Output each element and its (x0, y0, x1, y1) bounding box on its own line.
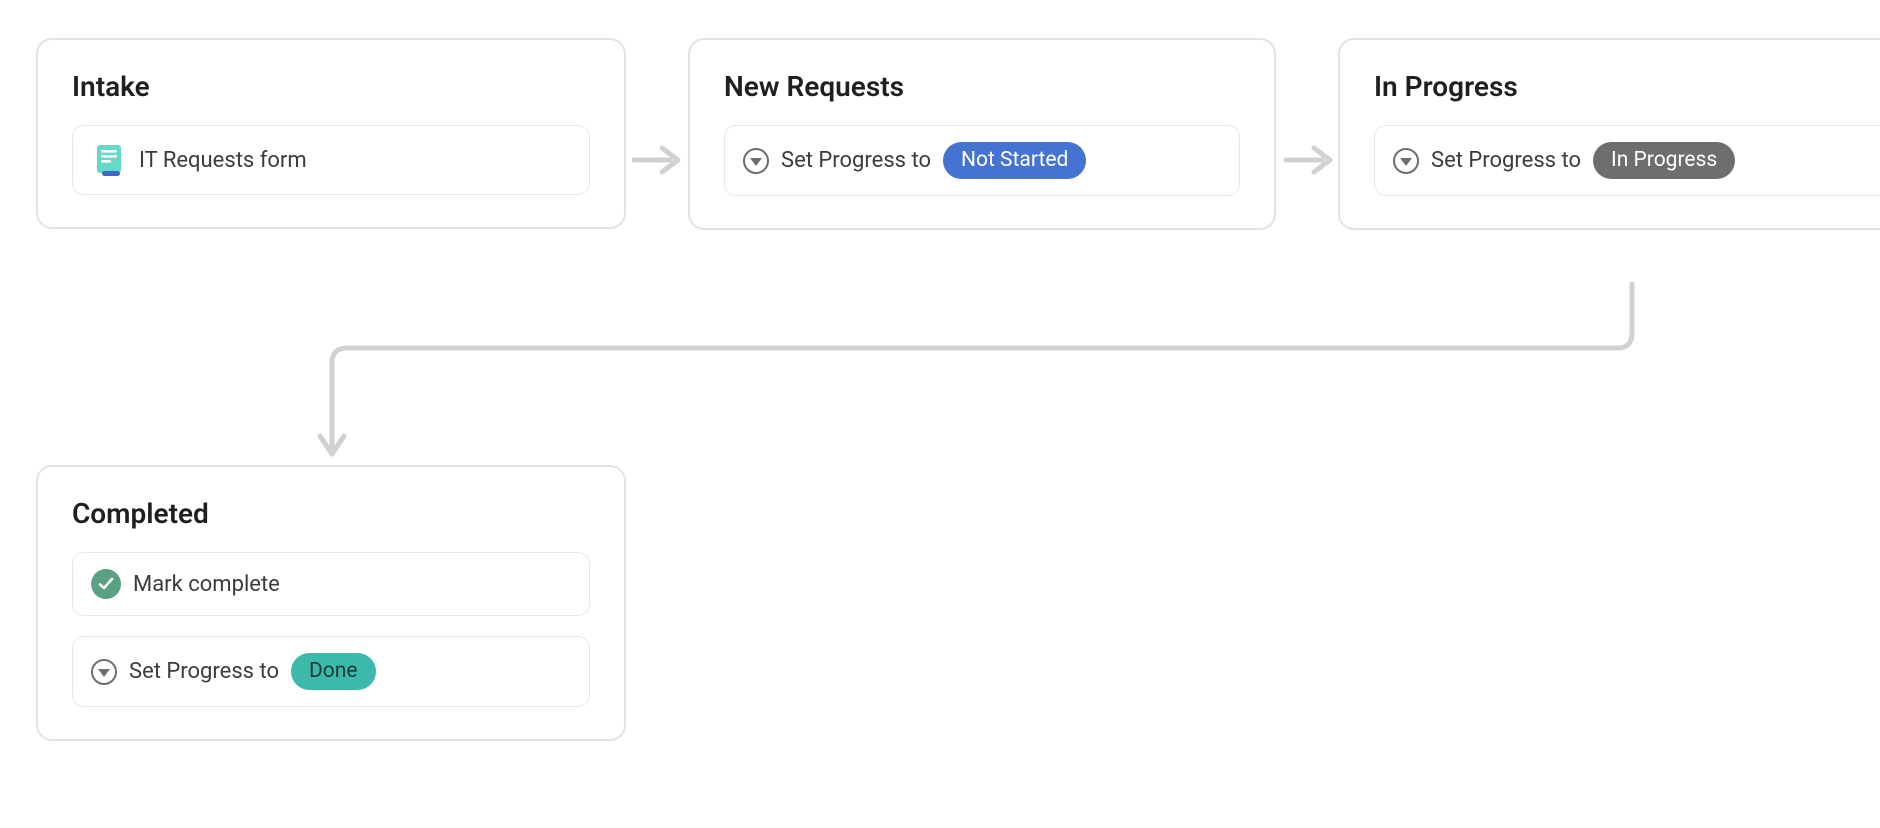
arrow-new-to-inprogress (1282, 140, 1336, 180)
stage-title-intake: Intake (72, 70, 590, 103)
dropdown-trigger-icon[interactable] (743, 148, 769, 174)
action-prefix-label: Set Progress to (129, 659, 279, 684)
action-prefix-label: Set Progress to (1431, 148, 1581, 173)
stage-completed[interactable]: Completed Mark complete Set Progress to … (36, 465, 626, 741)
mark-complete-label: Mark complete (133, 572, 280, 597)
stage-in-progress[interactable]: In Progress Set Progress to In Progress (1338, 38, 1880, 230)
dropdown-trigger-icon[interactable] (91, 659, 117, 685)
status-pill-in-progress[interactable]: In Progress (1593, 142, 1735, 179)
status-pill-not-started[interactable]: Not Started (943, 142, 1086, 179)
form-icon (91, 142, 127, 178)
stage-title-in-progress: In Progress (1374, 70, 1880, 103)
stage-new-requests[interactable]: New Requests Set Progress to Not Started (688, 38, 1276, 230)
intake-form-label: IT Requests form (139, 148, 307, 173)
stage-title-completed: Completed (72, 497, 590, 530)
dropdown-trigger-icon[interactable] (1393, 148, 1419, 174)
check-circle-icon (91, 569, 121, 599)
stage-intake[interactable]: Intake IT Requests form (36, 38, 626, 229)
intake-form-card[interactable]: IT Requests form (72, 125, 590, 195)
status-pill-done[interactable]: Done (291, 653, 376, 690)
completed-mark-complete-card[interactable]: Mark complete (72, 552, 590, 616)
action-prefix-label: Set Progress to (781, 148, 931, 173)
completed-action-card[interactable]: Set Progress to Done (72, 636, 590, 707)
in-progress-action-card[interactable]: Set Progress to In Progress (1374, 125, 1880, 196)
arrow-intake-to-new (630, 140, 684, 180)
new-requests-action-card[interactable]: Set Progress to Not Started (724, 125, 1240, 196)
stage-title-new-requests: New Requests (724, 70, 1240, 103)
arrow-inprogress-to-completed (300, 278, 1660, 468)
